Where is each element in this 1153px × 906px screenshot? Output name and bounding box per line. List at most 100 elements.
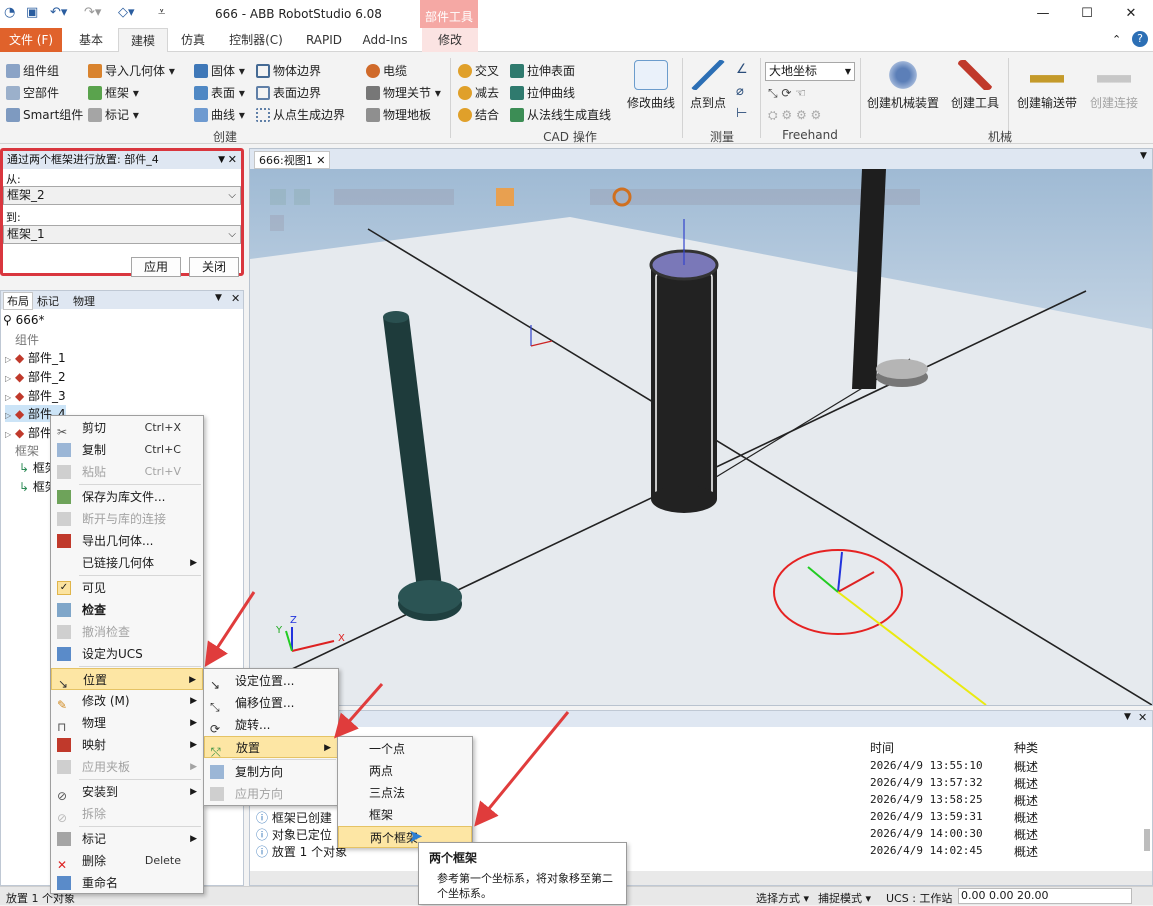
menu-item-physics[interactable]: ⊓ 物理 ▶ [51,712,203,734]
solid-button[interactable]: 固体 ▾ [194,62,245,79]
menu-item-apply-orientation[interactable]: 应用方向 [204,783,338,805]
menu-item-examine[interactable]: 检查 [51,599,203,621]
menu-item-delete[interactable]: ✕ 删除 Delete [51,850,203,872]
menu-item-two-points[interactable]: 两点 [338,760,472,782]
redo-icon[interactable]: ↷▾ [84,5,101,20]
min-distance-icon[interactable]: ⊢ [736,106,747,121]
create-tool-button[interactable]: 创建工具 [946,60,1004,111]
close-window-button[interactable]: ✕ [1116,4,1146,24]
menu-item-export-geometry[interactable]: 导出几何体... [51,530,203,552]
tag-button[interactable]: 标记 ▾ [88,106,139,123]
physics-joint-button[interactable]: 物理关节 ▾ [366,84,441,101]
menu-item-modify[interactable]: ✎ 修改 (M) ▶ [51,690,203,712]
close-icon[interactable]: ✕ [1138,711,1147,724]
frame-button[interactable]: 框架 ▾ [88,84,139,101]
union-button[interactable]: 结合 [458,106,499,123]
panel-menu-icon[interactable]: ▼ [1124,712,1131,722]
panel-menu-icon[interactable]: ▼ [218,151,225,169]
maximize-button[interactable]: ☐ [1072,4,1102,24]
create-mechanism-button[interactable]: 创建机械装置 [862,60,944,111]
menu-item-rename[interactable]: 重命名 [51,872,203,894]
menu-item-frame[interactable]: 框架 [338,804,472,826]
menu-item-one-point[interactable]: 一个点 [338,738,472,760]
help-icon[interactable]: ? [1132,31,1148,47]
tree-root[interactable]: ⚲ 666* [3,313,45,327]
tab-layout[interactable]: 布局 [3,292,33,310]
tab-physics[interactable]: 物理 [73,293,95,309]
menu-item-tag[interactable]: 标记 ▶ [51,828,203,850]
col-type-header[interactable]: 种类 [1014,739,1038,756]
move-freehand-icon[interactable]: ⤡ ⟳ ☜ [768,86,806,101]
customize-qat-icon[interactable]: ⩡ [158,5,165,20]
close-button[interactable]: 关闭 [189,257,239,277]
menu-item-detach[interactable]: ⊘ 拆除 [51,803,203,825]
create-connection-button[interactable]: 创建连接 [1084,60,1144,111]
menu-item-apply-clamp[interactable]: 应用夹板 ▶ [51,756,203,778]
create-conveyor-button[interactable]: 创建输送带 [1012,60,1082,111]
panel-menu-icon[interactable]: ▼ [215,293,222,303]
diameter-measure-icon[interactable]: ⌀ [736,84,744,99]
import-geometry-button[interactable]: 导入几何体 ▾ [88,62,175,79]
minimize-button[interactable]: — [1028,4,1058,24]
menu-item-paste[interactable]: 粘贴 Ctrl+V [51,461,203,483]
boundary-from-points-button[interactable]: 从点生成边界 [256,106,345,123]
from-frame-select[interactable]: 框架_2 ⌵ [3,186,241,205]
3d-viewport[interactable]: X Z Y [250,169,1152,705]
to-frame-select[interactable]: 框架_1 ⌵ [3,225,241,244]
tree-item-part-1[interactable]: ▷ ◆ 部件_1 [5,349,66,366]
view-icon[interactable] [270,215,284,231]
menu-item-disconnect-library[interactable]: 断开与库的连接 [51,508,203,530]
apply-button[interactable]: 应用 [131,257,181,277]
menu-item-three-points[interactable]: 三点法 [338,782,472,804]
menu-item-set-ucs[interactable]: 设定为UCS [51,643,203,665]
subtract-button[interactable]: 减去 [458,84,499,101]
surface-button[interactable]: 表面 ▾ [194,84,245,101]
tab-modeling[interactable]: 建模 [118,28,168,53]
tab-rapid[interactable]: RAPID [300,28,348,52]
line-from-normal-button[interactable]: 从法线生成直线 [510,106,611,123]
menu-item-set-position[interactable]: ↘ 设定位置... [204,670,338,692]
view-icon[interactable] [294,189,310,205]
selection-icons[interactable] [334,189,454,205]
col-time-header[interactable]: 时间 [870,739,894,756]
menu-item-cut[interactable]: ✂ 剪切 Ctrl+X [51,417,203,439]
tree-item-part-3[interactable]: ▷ ◆ 部件_3 [5,387,66,404]
tree-item-part-2[interactable]: ▷ ◆ 部件_2 [5,368,66,385]
tab-file[interactable]: 文件 (F) [0,28,62,52]
body-boundary-button[interactable]: 物体边界 [256,62,321,79]
menu-item-position[interactable]: ↘ 位置 ▶ [51,668,203,691]
menu-item-attach-to[interactable]: ⊘ 安装到 ▶ [51,781,203,803]
tab-tags[interactable]: 标记 [37,293,59,309]
log-message[interactable]: ⓘ 对象已定位 [256,826,332,843]
empty-part-button[interactable]: 空部件 [6,84,59,101]
point-to-point-button[interactable]: 点到点 [686,60,730,111]
menu-item-rotate[interactable]: ⟳ 旋转... [204,714,338,736]
view-icon[interactable] [270,189,286,205]
scrollbar-thumb[interactable] [1144,829,1150,851]
extrude-curve-button[interactable]: 拉伸曲线 [510,84,575,101]
close-icon[interactable]: ✕ [228,151,237,169]
close-icon[interactable]: ✕ [231,292,240,305]
menu-item-copy-orientation[interactable]: 复制方向 [204,761,338,783]
tree-item-part-5[interactable]: ▷ ◆ 部件 [5,424,52,441]
physics-floor-button[interactable]: 物理地板 [366,106,431,123]
smart-component-button[interactable]: Smart组件 [6,106,83,123]
tab-simulation[interactable]: 仿真 [170,28,216,52]
tab-home[interactable]: 基本 [66,28,116,52]
extrude-surface-button[interactable]: 拉伸表面 [510,62,575,79]
tab-modify[interactable]: 修改 [422,28,478,52]
menu-item-offset-position[interactable]: ⤡ 偏移位置... [204,692,338,714]
select-part-icon[interactable] [496,188,514,206]
menu-item-undo-examine[interactable]: 撤消检查 [51,621,203,643]
menu-item-place[interactable]: ⤲ 放置 ▶ [204,736,338,759]
menu-item-visible[interactable]: ✓ 可见 [51,577,203,599]
tab-addins[interactable]: Add-Ins [356,28,414,52]
menu-item-linked-geometry[interactable]: 已链接几何体 ▶ [51,552,203,574]
menu-item-mirror[interactable]: 映射 ▶ [51,734,203,756]
coordinates-field[interactable]: 0.00 0.00 20.00 [958,888,1132,904]
curve-button[interactable]: 曲线 ▾ [194,106,245,123]
tab-controller[interactable]: 控制器(C) [222,28,290,52]
jog-freehand-icon[interactable]: ⛭ ⚙ ⚙ ⚙ [768,108,821,123]
viewport-menu-icon[interactable]: ▼ [1140,151,1147,161]
cable-button[interactable]: 电缆 [366,62,407,79]
